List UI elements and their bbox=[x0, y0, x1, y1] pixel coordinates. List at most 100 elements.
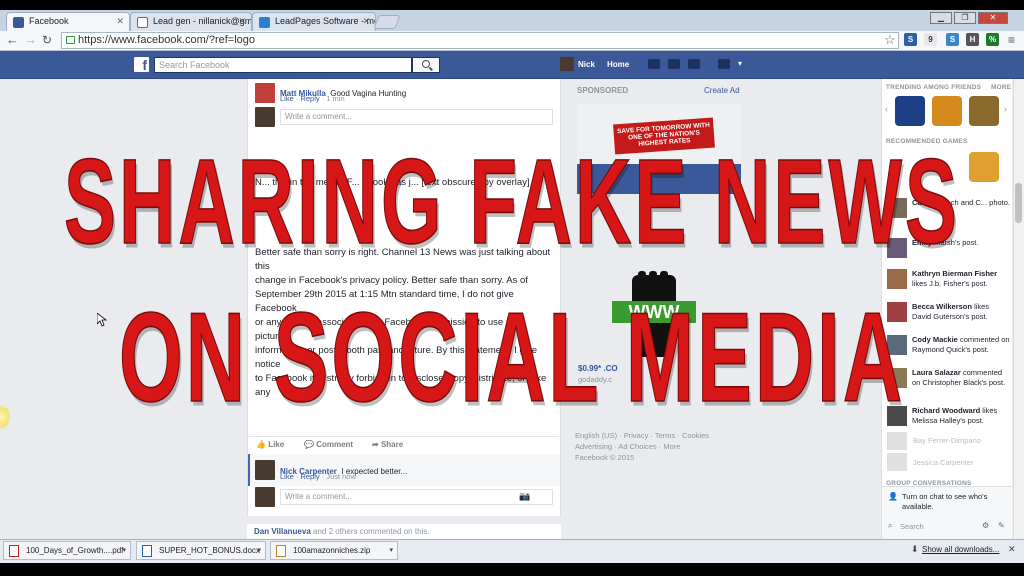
pdf-file-icon bbox=[9, 545, 19, 557]
camera-icon[interactable]: 📷 bbox=[519, 491, 530, 502]
game-soldiers-icon[interactable] bbox=[969, 96, 999, 126]
post-author[interactable]: Dan Villanueva bbox=[254, 527, 311, 536]
chat-contact[interactable]: Jessica Carpenter bbox=[913, 458, 973, 467]
chevron-right-icon[interactable]: › bbox=[1004, 104, 1007, 114]
chevron-down-icon[interactable]: ▾ bbox=[257, 542, 261, 559]
letterbox-bottom bbox=[0, 563, 1024, 576]
more-link[interactable]: MORE bbox=[991, 84, 1011, 91]
footer-line[interactable]: English (US) · Privacy · Terms · Cookies bbox=[575, 430, 745, 441]
download-item[interactable]: 100amazonniches.zip ▾ bbox=[270, 541, 398, 560]
comment-meta: Like · Reply · 1 min bbox=[280, 94, 345, 103]
share-button[interactable]: ➦ Share bbox=[372, 440, 403, 449]
post-activity: and 2 others commented on this. bbox=[313, 527, 430, 536]
comment-input[interactable]: Write a comment... bbox=[280, 489, 553, 505]
extension-sync-icon[interactable]: S bbox=[946, 33, 959, 46]
share-label: Share bbox=[380, 440, 404, 449]
avatar bbox=[255, 107, 275, 127]
messages-icon[interactable] bbox=[668, 59, 680, 69]
profile-link[interactable]: Nick bbox=[578, 60, 595, 69]
close-icon[interactable]: ✕ bbox=[238, 16, 246, 27]
extension-green-icon[interactable]: % bbox=[986, 33, 999, 46]
leadpages-favicon-icon bbox=[259, 17, 270, 28]
minimize-button[interactable]: ▁ bbox=[930, 12, 952, 24]
create-ad-link[interactable]: Create Ad bbox=[704, 86, 740, 95]
address-bar[interactable]: https://www.facebook.com/?ref=logo bbox=[61, 32, 899, 49]
chevron-down-icon[interactable]: ▾ bbox=[122, 542, 126, 559]
avatar[interactable] bbox=[255, 460, 275, 480]
new-message-icon[interactable]: ✎ bbox=[998, 521, 1005, 530]
turn-on-chat-notice[interactable]: Turn on chat to see who's available. bbox=[902, 492, 1006, 512]
download-filename: 100amazonniches.zip bbox=[293, 546, 371, 555]
avatar[interactable] bbox=[255, 83, 275, 103]
word-file-icon bbox=[142, 545, 152, 557]
next-post-header: Dan Villanueva and 2 others commented on… bbox=[254, 527, 430, 536]
show-all-downloads-link[interactable]: Show all downloads... bbox=[922, 545, 999, 554]
footer-line[interactable]: Advertising · Ad Choices · More bbox=[575, 441, 745, 452]
tab-gmail[interactable]: Lead gen - nillanick@gm ✕ bbox=[130, 12, 252, 31]
screen: Facebook ✕ Lead gen - nillanick@gm ✕ Lea… bbox=[0, 0, 1024, 576]
download-item[interactable]: SUPER_HOT_BONUS.docx ▾ bbox=[136, 541, 266, 560]
tab-label: Lead gen - nillanick@gm bbox=[153, 16, 252, 26]
chat-contact[interactable]: Bay Ferrer-Dimpano bbox=[913, 436, 981, 445]
search-icon: ⌕ bbox=[888, 521, 893, 530]
close-icon[interactable]: ✕ bbox=[362, 16, 370, 27]
close-icon[interactable]: ✕ bbox=[1008, 544, 1016, 555]
game-thumbnail-icon[interactable] bbox=[932, 96, 962, 126]
download-filename: 100_Days_of_Growth....pdf bbox=[26, 546, 124, 555]
back-icon[interactable]: ← bbox=[6, 33, 19, 47]
forward-icon[interactable]: → bbox=[24, 33, 37, 47]
ticker-text: likes J.b. Fisher's post. bbox=[912, 279, 988, 288]
footer-line: Facebook © 2015 bbox=[575, 453, 635, 462]
gear-icon[interactable]: ⚙ bbox=[982, 521, 989, 530]
comment-meta: Like · Reply · Just now bbox=[280, 472, 356, 481]
facebook-logo[interactable]: f bbox=[134, 57, 149, 73]
friend-requests-icon[interactable] bbox=[648, 59, 660, 69]
chat-search-input[interactable]: Search bbox=[900, 522, 924, 531]
home-link[interactable]: Home bbox=[607, 60, 629, 69]
close-icon[interactable]: ✕ bbox=[116, 16, 124, 27]
like-link[interactable]: Like bbox=[280, 472, 294, 481]
ticker-name: Kathryn Bierman Fisher bbox=[912, 269, 998, 278]
divider bbox=[249, 436, 559, 437]
tab-leadpages[interactable]: LeadPages Software - mo ✕ bbox=[252, 12, 376, 31]
like-button[interactable]: 👍 Like bbox=[256, 440, 284, 449]
account-dropdown-icon[interactable]: ▾ bbox=[738, 59, 742, 68]
avatar[interactable] bbox=[560, 57, 574, 71]
comment-input[interactable]: Write a comment... bbox=[280, 109, 553, 125]
chat-person-icon: 👤 bbox=[888, 492, 898, 501]
gmail-favicon-icon bbox=[137, 17, 148, 28]
notifications-icon[interactable] bbox=[688, 59, 700, 69]
restore-button[interactable]: ❐ bbox=[954, 12, 976, 24]
like-label: Like bbox=[268, 440, 285, 449]
chevron-down-icon[interactable]: ▾ bbox=[389, 542, 393, 559]
extension-count-icon[interactable]: 9 bbox=[924, 33, 937, 46]
comment-time: 1 min bbox=[326, 94, 345, 103]
chevron-left-icon[interactable]: ‹ bbox=[885, 104, 888, 114]
trending-heading: TRENDING AMONG FRIENDS bbox=[886, 84, 982, 91]
game-poker-icon[interactable] bbox=[895, 96, 925, 126]
tab-facebook[interactable]: Facebook ✕ bbox=[6, 12, 130, 31]
post-line: change in Facebook's privacy policy. Bet… bbox=[255, 275, 528, 286]
privacy-shortcuts-icon[interactable] bbox=[718, 59, 730, 69]
download-filename: SUPER_HOT_BONUS.docx bbox=[159, 546, 260, 555]
comment-label: Comment bbox=[316, 440, 354, 449]
tab-label: LeadPages Software - mo bbox=[275, 16, 376, 26]
bookmark-star-icon[interactable]: ☆ bbox=[884, 32, 896, 48]
extension-h-icon[interactable]: H bbox=[966, 33, 979, 46]
reply-link[interactable]: Reply bbox=[300, 472, 319, 481]
reply-link[interactable]: Reply bbox=[300, 94, 319, 103]
download-item[interactable]: 100_Days_of_Growth....pdf ▾ bbox=[3, 541, 131, 560]
like-link[interactable]: Like bbox=[280, 94, 294, 103]
extension-s-icon[interactable]: S bbox=[904, 33, 917, 46]
menu-icon[interactable]: ≡ bbox=[1008, 33, 1015, 47]
lock-icon bbox=[66, 36, 75, 44]
overlay-headline-line2: ON SOCIAL MEDIA bbox=[118, 287, 906, 429]
footer-links: English (US) · Privacy · Terms · Cookies… bbox=[575, 430, 745, 463]
search-button[interactable] bbox=[412, 57, 440, 73]
sponsored-label: SPONSORED bbox=[577, 86, 629, 95]
comment-button[interactable]: 💬 Comment bbox=[304, 440, 353, 449]
reload-icon[interactable]: ↻ bbox=[42, 33, 52, 47]
close-window-button[interactable]: ✕ bbox=[978, 12, 1008, 24]
zip-file-icon bbox=[276, 545, 286, 557]
search-input[interactable]: Search Facebook bbox=[154, 57, 412, 73]
